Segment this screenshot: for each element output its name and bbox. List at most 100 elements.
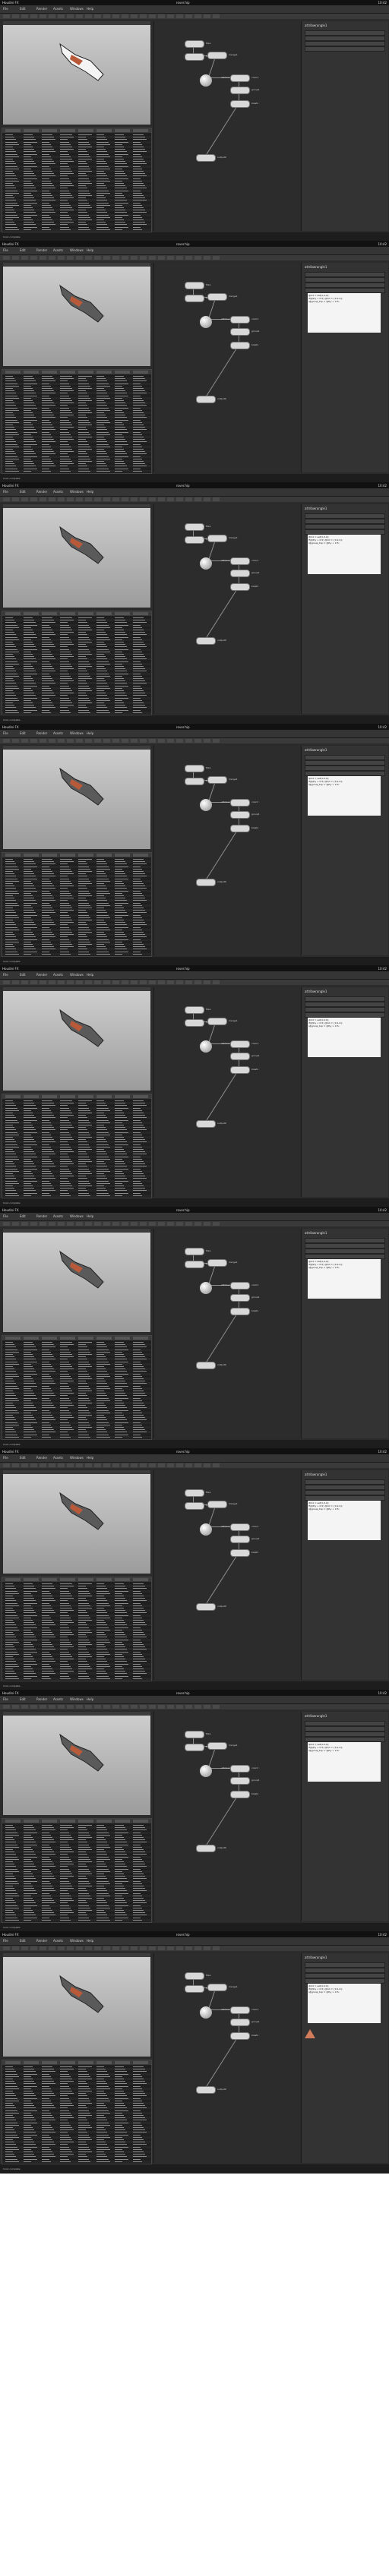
network-editor[interactable]: file1transform1merge1attribwrangle1color…	[153, 987, 300, 1197]
scene-viewport[interactable]	[3, 1470, 150, 1574]
network-node[interactable]	[185, 53, 204, 61]
vex-code-editor[interactable]: @Cd = set(1,0,0); if(@P.y > 0.5) @Cd = {0…	[308, 1018, 381, 1057]
menu-item[interactable]: Render	[36, 731, 47, 736]
shelf-tool-button[interactable]	[194, 256, 201, 260]
shelf-tool-button[interactable]	[12, 1463, 19, 1467]
network-node[interactable]	[185, 1502, 204, 1510]
shelf-tool-button[interactable]	[103, 14, 110, 18]
menu-item[interactable]: Assets	[53, 490, 63, 494]
menu-item[interactable]: Assets	[53, 1214, 63, 1219]
network-node[interactable]	[196, 879, 216, 886]
shelf-tool-button[interactable]	[85, 1946, 92, 1950]
shelf-tool-button[interactable]	[49, 14, 55, 18]
shelf-tool-button[interactable]	[21, 980, 28, 984]
shelf-tool-button[interactable]	[49, 256, 55, 260]
network-node[interactable]	[185, 1248, 204, 1255]
shelf-tool-button[interactable]	[213, 1222, 220, 1226]
parameter-field[interactable]	[305, 46, 385, 52]
network-node[interactable]	[196, 1120, 216, 1128]
shelf-tool-button[interactable]	[176, 739, 183, 743]
shelf-tool-button[interactable]	[76, 497, 83, 501]
shelf-tool-button[interactable]	[194, 1222, 201, 1226]
parameter-field[interactable]	[305, 1249, 385, 1254]
spreadsheet-column-header[interactable]	[115, 1095, 130, 1098]
spreadsheet-column-header[interactable]	[96, 1095, 112, 1098]
shelf-tool-button[interactable]	[185, 1946, 192, 1950]
network-node[interactable]	[230, 2032, 250, 2040]
shelf-tool-button[interactable]	[103, 1463, 110, 1467]
menu-item[interactable]: Edit	[20, 248, 26, 253]
scene-viewport[interactable]	[3, 1953, 150, 2057]
menu-item[interactable]: Edit	[20, 1939, 26, 1943]
shelf-tool-button[interactable]	[204, 1946, 210, 1950]
shelf-tool-button[interactable]	[122, 980, 128, 984]
menu-item[interactable]: Render	[36, 1939, 47, 1943]
spreadsheet-column-header[interactable]	[24, 612, 39, 615]
shelf-tool-button[interactable]	[112, 739, 119, 743]
network-node[interactable]	[230, 1791, 250, 1798]
menu-item[interactable]: Help	[87, 7, 93, 11]
shelf-tool-button[interactable]	[185, 980, 192, 984]
shelf-tool-button[interactable]	[85, 1222, 92, 1226]
shelf-tool-button[interactable]	[131, 1463, 138, 1467]
shelf-tool-button[interactable]	[94, 14, 101, 18]
shelf-tool-button[interactable]	[167, 14, 174, 18]
network-node[interactable]	[230, 2006, 250, 2014]
network-node[interactable]	[185, 1006, 204, 1014]
menu-item[interactable]: File	[3, 490, 8, 494]
menu-item[interactable]: Windows	[70, 7, 84, 11]
shelf-tool-button[interactable]	[76, 14, 83, 18]
shelf-tool-button[interactable]	[122, 739, 128, 743]
shelf-tool-button[interactable]	[3, 1222, 10, 1226]
shelf-tool-button[interactable]	[213, 1463, 220, 1467]
shelf-tool-button[interactable]	[3, 497, 10, 501]
spreadsheet-column-header[interactable]	[115, 854, 130, 857]
shelf-tool-button[interactable]	[40, 1946, 46, 1950]
network-node[interactable]	[230, 1549, 250, 1557]
menu-item[interactable]: Help	[87, 1697, 93, 1702]
shelf-tool-button[interactable]	[12, 497, 19, 501]
menu-item[interactable]: Help	[87, 731, 93, 736]
network-node[interactable]	[207, 1742, 227, 1750]
spreadsheet-column-header[interactable]	[96, 1820, 112, 1823]
shelf-tool-button[interactable]	[149, 1222, 156, 1226]
network-node[interactable]	[200, 1765, 212, 1777]
spreadsheet-column-header[interactable]	[5, 129, 21, 132]
network-node[interactable]	[200, 316, 212, 328]
spreadsheet-column-header[interactable]	[60, 1337, 75, 1340]
shelf-tool-button[interactable]	[185, 14, 192, 18]
network-editor[interactable]: file1transform1merge1attribwrangle1color…	[153, 1470, 300, 1680]
vex-code-editor[interactable]: @Cd = set(1,0,0); if(@P.y > 0.5) @Cd = {0…	[308, 1259, 381, 1299]
shelf-tool-button[interactable]	[204, 14, 210, 18]
network-node[interactable]	[230, 87, 250, 94]
menu-item[interactable]: Windows	[70, 1939, 84, 1943]
parameter-field[interactable]	[305, 1238, 385, 1243]
spreadsheet-column-header[interactable]	[60, 854, 75, 857]
shelf-tool-button[interactable]	[30, 980, 37, 984]
menu-item[interactable]: Help	[87, 248, 93, 253]
scene-viewport[interactable]	[3, 21, 150, 125]
network-node[interactable]	[207, 52, 227, 59]
menu-item[interactable]: Edit	[20, 490, 26, 494]
geometry-spreadsheet[interactable]	[2, 2060, 152, 2164]
shelf-tool-button[interactable]	[58, 14, 65, 18]
shelf-tool-button[interactable]	[112, 14, 119, 18]
spreadsheet-column-header[interactable]	[42, 854, 57, 857]
vex-code-editor[interactable]: @Cd = set(1,0,0); if(@P.y > 0.5) @Cd = {0…	[308, 776, 381, 816]
menu-item[interactable]: Help	[87, 1214, 93, 1219]
network-node[interactable]	[196, 1603, 216, 1611]
network-node[interactable]	[230, 1777, 250, 1785]
spreadsheet-column-header[interactable]	[96, 1337, 112, 1340]
spreadsheet-column-header[interactable]	[115, 1820, 130, 1823]
geometry-spreadsheet[interactable]	[2, 128, 152, 232]
spreadsheet-column-header[interactable]	[115, 371, 130, 374]
spreadsheet-column-header[interactable]	[24, 129, 39, 132]
shelf-tool-button[interactable]	[30, 1463, 37, 1467]
network-node[interactable]	[196, 396, 216, 403]
spreadsheet-column-header[interactable]	[115, 1578, 130, 1581]
shelf-tool-button[interactable]	[213, 980, 220, 984]
spreadsheet-column-header[interactable]	[115, 1337, 130, 1340]
parameter-field[interactable]	[305, 1726, 385, 1732]
shelf-tool-button[interactable]	[194, 980, 201, 984]
network-node[interactable]	[196, 154, 216, 162]
